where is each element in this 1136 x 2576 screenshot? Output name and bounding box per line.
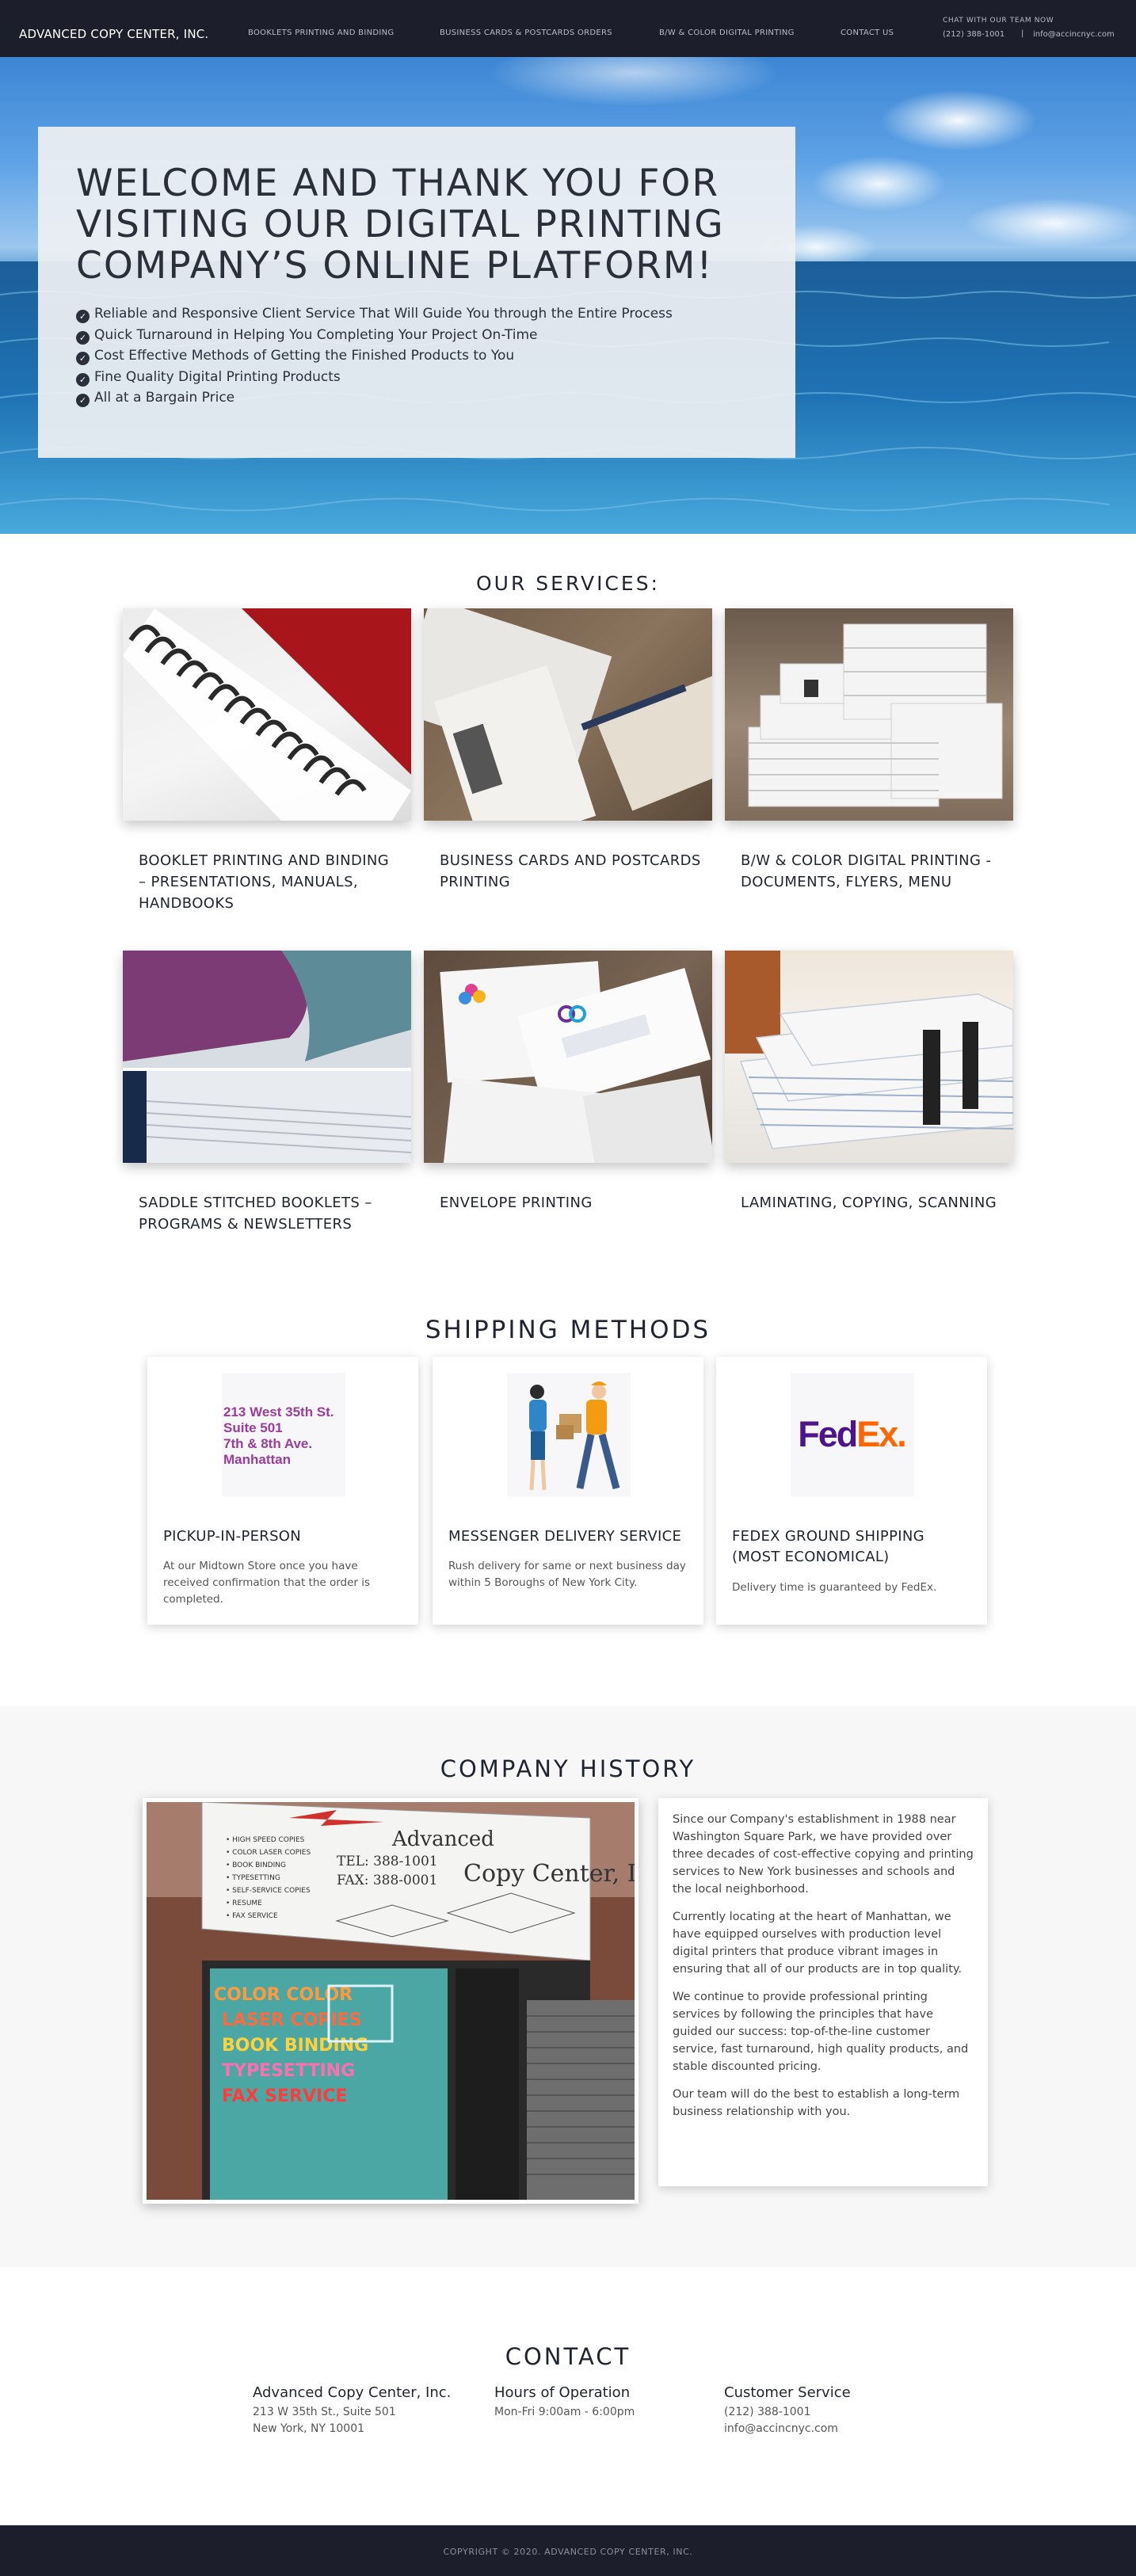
- svg-text:• FAX SERVICE: • FAX SERVICE: [226, 1912, 278, 1920]
- service-title-laminating[interactable]: LAMINATING, COPYING, SCANNING: [741, 1192, 1002, 1214]
- shipping-title-messenger: MESSENGER DELIVERY SERVICE: [448, 1528, 682, 1545]
- shipping-card-fedex: FedEx. FEDEX GROUND SHIPPING (MOST ECONO…: [716, 1357, 987, 1625]
- services-heading: OUR SERVICES:: [476, 572, 660, 595]
- svg-text:Advanced: Advanced: [391, 1827, 494, 1851]
- history-text-card: Since our Company's establishment in 198…: [658, 1798, 988, 2186]
- messenger-illustration: [507, 1373, 631, 1496]
- pickup-logo-line: 7th & 8th Ave.: [223, 1436, 313, 1451]
- top-navbar: ADVANCED COPY CENTER, INC. BOOKLETS PRIN…: [0, 0, 1136, 57]
- shipping-text-messenger: Rush delivery for same or next business …: [448, 1560, 686, 1589]
- storefront-photo: Advanced Copy Center, Inc TEL: 388-1001 …: [143, 1798, 639, 2204]
- svg-text:• RESUME: • RESUME: [226, 1900, 262, 1907]
- hero-benefit-item: ✓ Reliable and Responsive Client Service …: [76, 303, 673, 325]
- fedex-logo-fed: Fed: [798, 1414, 858, 1454]
- shipping-title-fedex: FEDEX GROUND SHIPPING (MOST ECONOMICAL): [732, 1528, 924, 1565]
- fedex-logo: FedEx.: [791, 1373, 914, 1496]
- contact-address-line: 213 W 35th St., Suite 501: [253, 2406, 396, 2418]
- hero-benefit-item: ✓ Fine Quality Digital Printing Products: [76, 367, 673, 388]
- svg-text:• HIGH SPEED COPIES: • HIGH SPEED COPIES: [226, 1836, 305, 1844]
- pickup-address-logo: 213 West 35th St. Suite 501 7th & 8th Av…: [222, 1373, 345, 1496]
- contact-hours-line: Mon-Fri 9:00am - 6:00pm: [494, 2406, 635, 2418]
- svg-text:FAX: 388-0001: FAX: 388-0001: [337, 1873, 437, 1888]
- service-title-business-cards[interactable]: BUSINESS CARDS AND POSTCARDS PRINTING: [440, 850, 701, 893]
- nav-link-booklets[interactable]: BOOKLETS PRINTING AND BINDING: [248, 29, 394, 37]
- check-circle-icon: ✓: [76, 310, 90, 323]
- contact-company-name: Advanced Copy Center, Inc.: [253, 2384, 452, 2401]
- nav-email[interactable]: info@accincnyc.com: [1033, 30, 1115, 39]
- contact-heading: CONTACT: [505, 2343, 631, 2370]
- history-paragraph: Since our Company's establishment in 198…: [673, 1813, 974, 1896]
- service-image-envelopes[interactable]: [424, 951, 712, 1163]
- check-circle-icon: ✓: [76, 372, 90, 387]
- shipping-card-pickup: 213 West 35th St. Suite 501 7th & 8th Av…: [147, 1357, 418, 1625]
- hero-benefits-list: ✓ Reliable and Responsive Client Service …: [76, 303, 673, 409]
- brand-logo-text[interactable]: ADVANCED COPY CENTER, INC.: [19, 27, 208, 41]
- shipping-title-pickup: PICKUP-IN-PERSON: [163, 1528, 302, 1545]
- chat-label[interactable]: CHAT WITH OUR TEAM NOW: [943, 17, 1054, 25]
- service-image-digital-printing[interactable]: [725, 608, 1013, 821]
- check-circle-icon: ✓: [76, 394, 90, 407]
- fedex-logo-dot: .: [897, 1414, 907, 1454]
- service-title-booklet[interactable]: BOOKLET PRINTING AND BINDING – PRESENTAT…: [139, 850, 400, 914]
- hero-benefit-item: ✓ Cost Effective Methods of Getting the F…: [76, 345, 673, 367]
- service-image-booklet[interactable]: [123, 608, 411, 821]
- history-paragraph: Currently locating at the heart of Manha…: [673, 1911, 963, 1976]
- footer: COPYRIGHT © 2020. ADVANCED COPY CENTER, …: [0, 2525, 1136, 2576]
- service-image-saddle-stitched[interactable]: [123, 951, 411, 1163]
- hero-benefit-item: ✓ All at a Bargain Price: [76, 387, 673, 409]
- history-heading: COMPANY HISTORY: [440, 1755, 696, 1782]
- svg-text:• SELF-SERVICE COPIES: • SELF-SERVICE COPIES: [226, 1887, 311, 1895]
- service-image-laminating[interactable]: [725, 951, 1013, 1163]
- nav-link-business-cards[interactable]: BUSINESS CARDS & POSTCARDS ORDERS: [440, 29, 612, 37]
- nav-divider: |: [1021, 29, 1024, 38]
- contact-service-title: Customer Service: [724, 2384, 851, 2401]
- check-circle-icon: ✓: [76, 352, 90, 365]
- nav-link-contact[interactable]: CONTACT US: [841, 29, 894, 37]
- pickup-logo-line: Manhattan: [223, 1452, 291, 1467]
- hero-title: WELCOME AND THANK YOU FOR VISITING OUR D…: [76, 162, 725, 288]
- contact-email[interactable]: info@accincnyc.com: [724, 2421, 851, 2437]
- svg-text:FAX SERVICE: FAX SERVICE: [222, 2086, 347, 2106]
- history-paragraph: Our team will do the best to establish a…: [673, 2088, 960, 2118]
- copyright-text: COPYRIGHT © 2020. ADVANCED COPY CENTER, …: [443, 2547, 693, 2557]
- pickup-logo-line: Suite 501: [223, 1420, 283, 1435]
- svg-text:LASER COPIES: LASER COPIES: [222, 2010, 362, 2030]
- history-paragraph: We continue to provide professional prin…: [673, 1991, 969, 2073]
- check-circle-icon: ✓: [76, 330, 90, 345]
- contact-company-column: Advanced Copy Center, Inc. 213 W 35th St…: [253, 2384, 451, 2437]
- service-title-envelopes[interactable]: ENVELOPE PRINTING: [440, 1192, 701, 1214]
- shipping-text-pickup: At our Midtown Store once you have recei…: [163, 1560, 371, 1606]
- service-title-saddle-stitched[interactable]: SADDLE STITCHED BOOKLETS – PROGRAMS & NE…: [139, 1192, 400, 1235]
- contact-phone[interactable]: (212) 388-1001: [724, 2404, 851, 2421]
- shipping-text-fedex: Delivery time is guaranteed by FedEx.: [732, 1581, 937, 1594]
- svg-text:TYPESETTING: TYPESETTING: [222, 2061, 355, 2081]
- svg-text:• COLOR LASER COPIES: • COLOR LASER COPIES: [226, 1849, 311, 1857]
- hero-benefit-item: ✓ Quick Turnaround in Helping You Complet…: [76, 325, 673, 346]
- svg-text:• BOOK BINDING: • BOOK BINDING: [226, 1862, 286, 1869]
- fedex-logo-ex: Ex: [856, 1414, 898, 1454]
- nav-phone[interactable]: (212) 388-1001: [943, 30, 1004, 39]
- svg-text:BOOK BINDING: BOOK BINDING: [222, 2036, 368, 2056]
- svg-text:• TYPESETTING: • TYPESETTING: [226, 1874, 280, 1882]
- contact-service-column: Customer Service (212) 388-1001 info@acc…: [724, 2384, 851, 2437]
- contact-hours-title: Hours of Operation: [494, 2384, 631, 2401]
- shipping-heading: SHIPPING METHODS: [425, 1316, 711, 1344]
- contact-hours-column: Hours of Operation Mon-Fri 9:00am - 6:00…: [494, 2384, 635, 2421]
- nav-link-digital-printing[interactable]: B/W & COLOR DIGITAL PRINTING: [659, 29, 795, 37]
- svg-text:TEL: 388-1001: TEL: 388-1001: [337, 1854, 438, 1869]
- service-image-business-cards[interactable]: [424, 608, 712, 821]
- svg-text:Copy Center, Inc: Copy Center, Inc: [463, 1860, 635, 1888]
- contact-address-line: New York, NY 10001: [253, 2422, 365, 2435]
- service-title-digital-printing[interactable]: B/W & COLOR DIGITAL PRINTING - DOCUMENTS…: [741, 850, 1002, 893]
- pickup-logo-line: 213 West 35th St.: [223, 1404, 334, 1419]
- svg-text:COLOR COLOR: COLOR COLOR: [214, 1985, 353, 2005]
- shipping-card-messenger: MESSENGER DELIVERY SERVICE Rush delivery…: [433, 1357, 703, 1625]
